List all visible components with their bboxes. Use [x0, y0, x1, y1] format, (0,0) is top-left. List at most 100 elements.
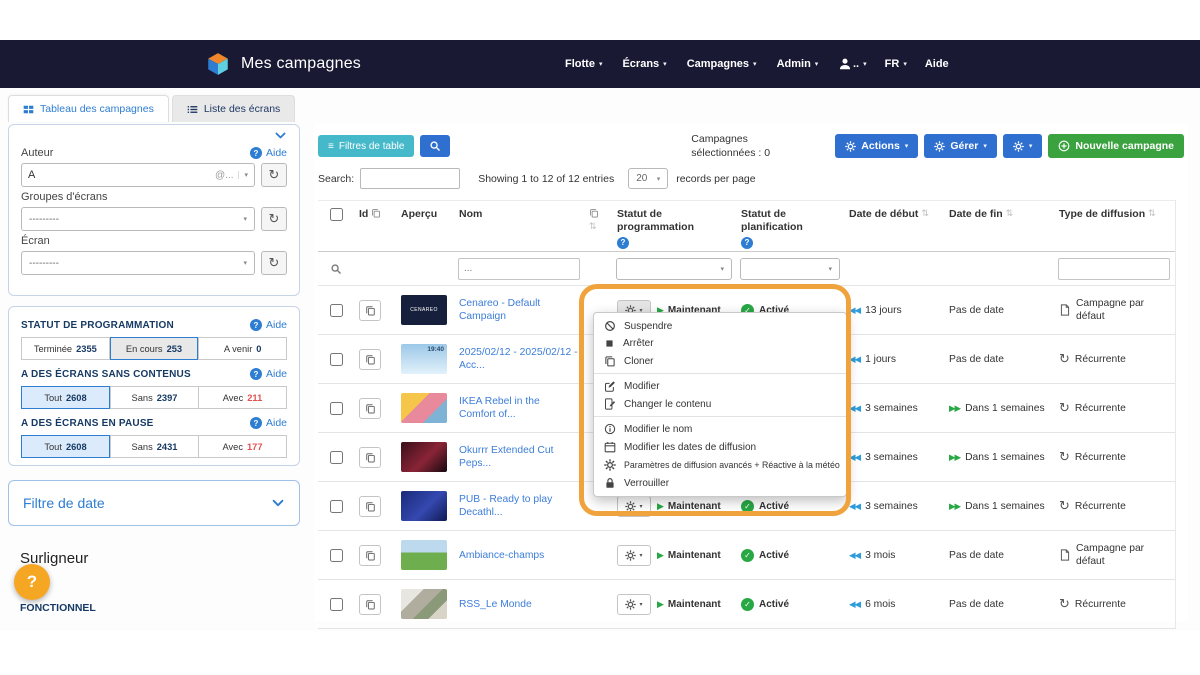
- copy-id-button[interactable]: [359, 349, 381, 370]
- table-search-input[interactable]: [360, 168, 460, 189]
- copy-id-button[interactable]: [359, 398, 381, 419]
- col-nom[interactable]: Nom: [459, 208, 482, 221]
- filtre-date-card[interactable]: Filtre de date: [8, 480, 300, 526]
- groupes-select[interactable]: --------- ▾: [21, 207, 255, 231]
- refresh-auteur-button[interactable]: ↻: [261, 163, 287, 187]
- campaign-name-link[interactable]: 2025/02/12 - 2025/02/12 - Acc...: [459, 346, 579, 373]
- tab-liste-ecrans[interactable]: Liste des écrans: [172, 95, 295, 122]
- row-checkbox[interactable]: [330, 451, 343, 464]
- refresh-groupes-button[interactable]: ↻: [261, 207, 287, 231]
- row-actions-dropdown[interactable]: ▾: [617, 545, 651, 566]
- col-date-fin[interactable]: Date de fin: [949, 208, 1003, 221]
- sort-icon[interactable]: ⇅: [589, 221, 597, 232]
- filter-sans-pause-button[interactable]: Sans2431: [110, 435, 199, 458]
- col-statut-programmation[interactable]: Statut de programmation: [617, 208, 731, 234]
- menu-admin[interactable]: Admin▾: [777, 58, 819, 70]
- campaign-name-link[interactable]: Cenareo - Default Campaign: [459, 297, 579, 324]
- aide-link-auteur[interactable]: ? Aide: [250, 147, 287, 159]
- filter-tout-pause-button[interactable]: Tout2608: [21, 435, 110, 458]
- row-checkbox[interactable]: [330, 549, 343, 562]
- row-checkbox[interactable]: [330, 402, 343, 415]
- campaign-name-link[interactable]: IKEA Rebel in the Comfort of...: [459, 395, 579, 422]
- col-type-diffusion[interactable]: Type de diffusion: [1059, 208, 1145, 221]
- col-id[interactable]: Id: [359, 208, 368, 221]
- row-checkbox[interactable]: [330, 304, 343, 317]
- filter-sans-contenus-button[interactable]: Sans2397: [110, 386, 199, 409]
- ecran-select[interactable]: --------- ▾: [21, 251, 255, 275]
- row-actions-dropdown[interactable]: ▾: [617, 594, 651, 615]
- campaign-name-link[interactable]: Ambiance-champs: [459, 549, 544, 562]
- collapse-chevron-icon[interactable]: [274, 129, 287, 142]
- statut-prog-filter-select[interactable]: ▾: [616, 258, 732, 280]
- account-dropdown[interactable]: ..▾: [853, 58, 867, 70]
- help-icon[interactable]: ?: [741, 237, 753, 249]
- menu-item-parametres-diffusion[interactable]: Paramètres de diffusion avancés + Réacti…: [594, 456, 846, 474]
- menu-item-changer-contenu[interactable]: Changer le contenu: [594, 395, 846, 413]
- menu-item-modifier-dates[interactable]: Modifier les dates de diffusion: [594, 438, 846, 456]
- row-actions-dropdown[interactable]: ▾: [617, 496, 651, 517]
- campaign-thumbnail[interactable]: [401, 393, 447, 423]
- filter-tout-contenus-button[interactable]: Tout2608: [21, 386, 110, 409]
- refresh-ecran-button[interactable]: ↻: [261, 251, 287, 275]
- campaign-name-link[interactable]: PUB - Ready to play Decathl...: [459, 493, 579, 520]
- campaign-thumbnail[interactable]: 19:40: [401, 344, 447, 374]
- settings-dropdown-button[interactable]: ▾: [1003, 134, 1043, 158]
- search-button[interactable]: [420, 135, 450, 157]
- col-date-debut[interactable]: Date de début: [849, 208, 918, 221]
- copy-id-button[interactable]: [359, 300, 381, 321]
- user-menu[interactable]: [838, 57, 852, 71]
- row-checkbox[interactable]: [330, 598, 343, 611]
- menu-item-verrouiller[interactable]: Verrouiller: [594, 474, 846, 492]
- menu-campagnes[interactable]: Campagnes▾: [687, 58, 757, 70]
- campaign-thumbnail[interactable]: CENAREO: [401, 295, 447, 325]
- menu-item-arreter[interactable]: Arrêter: [594, 335, 846, 352]
- campaign-name-link[interactable]: Okurrr Extended Cut Peps...: [459, 444, 579, 471]
- row-checkbox[interactable]: [330, 353, 343, 366]
- chevron-down-icon[interactable]: [271, 496, 285, 510]
- menu-flotte[interactable]: Flotte▾: [565, 58, 602, 70]
- language-dropdown[interactable]: FR▾: [885, 58, 907, 70]
- aide-link-sans-contenus[interactable]: ? Aide: [250, 368, 287, 380]
- filter-avec-pause-button[interactable]: Avec177: [199, 435, 287, 458]
- menu-item-cloner[interactable]: Cloner: [594, 352, 846, 370]
- campaign-thumbnail[interactable]: [401, 540, 447, 570]
- type-filter-input[interactable]: [1058, 258, 1170, 280]
- page-size-select[interactable]: 20 ▾: [628, 168, 668, 189]
- auteur-input[interactable]: A @... ▾: [21, 163, 255, 187]
- nouvelle-campagne-button[interactable]: Nouvelle campagne: [1048, 134, 1184, 158]
- menu-item-suspendre[interactable]: Suspendre: [594, 317, 846, 335]
- tab-tableau-campagnes[interactable]: Tableau des campagnes: [8, 95, 169, 122]
- sort-icon[interactable]: ⇅: [1006, 208, 1014, 219]
- aide-link-en-pause[interactable]: ? Aide: [250, 417, 287, 429]
- filtres-table-button[interactable]: ≡ Filtres de table: [318, 135, 414, 157]
- filter-en-cours-button[interactable]: En cours253: [110, 337, 199, 360]
- campaign-name-link[interactable]: RSS_Le Monde: [459, 598, 532, 611]
- sort-icon[interactable]: ⇅: [921, 208, 929, 219]
- menu-item-modifier-nom[interactable]: Modifier le nom: [594, 420, 846, 438]
- menu-ecrans[interactable]: Écrans▾: [622, 58, 666, 70]
- filter-terminee-button[interactable]: Terminée2355: [21, 337, 110, 360]
- row-checkbox[interactable]: [330, 500, 343, 513]
- help-icon[interactable]: ?: [617, 237, 629, 249]
- nom-filter-input[interactable]: [458, 258, 580, 280]
- menu-aide[interactable]: Aide: [925, 58, 949, 70]
- campaign-thumbnail[interactable]: [401, 442, 447, 472]
- filter-avec-contenus-button[interactable]: Avec211: [199, 386, 287, 409]
- copy-id-button[interactable]: [359, 545, 381, 566]
- sort-icon[interactable]: ⇅: [1148, 208, 1156, 219]
- chevron-down-icon[interactable]: ▾: [238, 171, 248, 179]
- statut-plan-filter-select[interactable]: ▾: [740, 258, 840, 280]
- help-fab-button[interactable]: ?: [14, 564, 50, 600]
- copy-id-button[interactable]: [359, 447, 381, 468]
- col-statut-planification[interactable]: Statut de planification: [741, 208, 839, 234]
- menu-item-modifier[interactable]: Modifier: [594, 377, 846, 395]
- copy-id-button[interactable]: [359, 594, 381, 615]
- actions-dropdown-button[interactable]: Actions ▾: [835, 134, 918, 158]
- aide-link-statut[interactable]: ? Aide: [250, 319, 287, 331]
- copy-id-button[interactable]: [359, 496, 381, 517]
- filter-a-venir-button[interactable]: A venir0: [198, 337, 287, 360]
- select-all-checkbox[interactable]: [330, 208, 343, 221]
- campaign-thumbnail[interactable]: [401, 589, 447, 619]
- gerer-dropdown-button[interactable]: Gérer ▾: [924, 134, 997, 158]
- campaign-thumbnail[interactable]: [401, 491, 447, 521]
